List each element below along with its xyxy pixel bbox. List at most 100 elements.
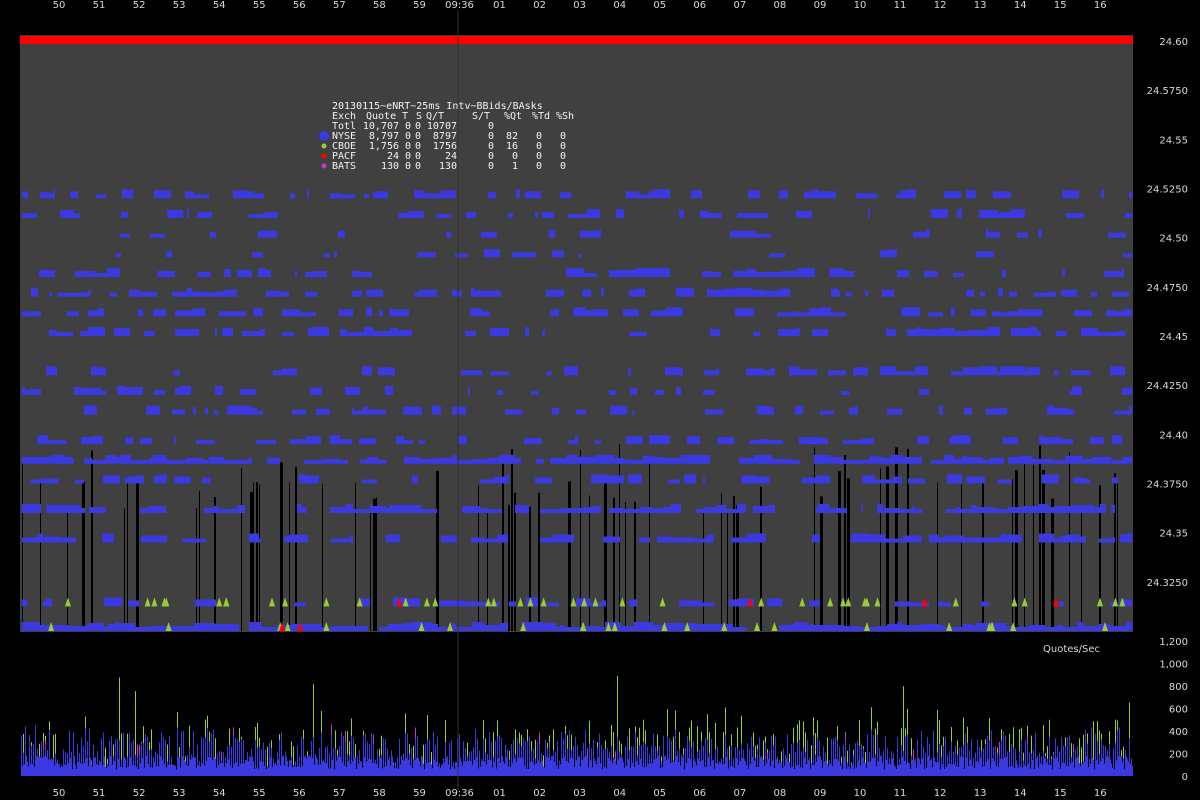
rate-bar-nyse	[941, 764, 943, 776]
nyse-quote-marker	[414, 190, 423, 199]
nyse-quote-marker	[826, 625, 843, 631]
rate-bar-nyse	[737, 764, 739, 776]
rate-bar-nyse-peak	[151, 749, 152, 768]
nyse-quote-marker	[807, 625, 810, 631]
nyse-quote-marker	[843, 626, 854, 631]
nyse-quote-marker	[753, 506, 769, 513]
nyse-quote-marker	[389, 505, 402, 513]
nyse-quote-marker	[953, 435, 971, 445]
rate-bar-nyse	[745, 765, 747, 776]
rate-bar-nyse	[647, 763, 649, 776]
nyse-quote-marker	[412, 456, 419, 464]
rate-bar-nyse-peak	[1079, 763, 1080, 767]
rate-bar-nyse-peak	[813, 735, 814, 765]
rate-bar-nyse	[121, 766, 123, 776]
nyse-quote-marker	[631, 626, 634, 631]
nyse-quote-marker	[414, 292, 419, 297]
nyse-quote-marker	[182, 538, 197, 543]
spread-line	[961, 484, 962, 631]
rate-bar-nyse-peak	[233, 734, 234, 764]
nyse-quote-marker	[52, 454, 65, 464]
nyse-quote-marker	[767, 272, 781, 277]
rate-bar-nyse	[161, 759, 163, 776]
rate-bar-nyse-peak	[883, 750, 884, 770]
rate-bar-nyse-peak	[1115, 742, 1116, 761]
rate-bar-nyse-peak	[59, 763, 60, 768]
nyse-quote-marker	[129, 289, 139, 297]
rate-bar-nyse-peak	[163, 737, 164, 764]
rate-bar-nyse	[335, 760, 337, 776]
rate-bar-nyse-peak	[959, 747, 960, 757]
nyse-quote-marker	[908, 478, 925, 484]
rate-bar-nyse-peak	[37, 749, 38, 757]
rate-bar-nyse-peak	[961, 746, 962, 757]
nyse-quote-marker	[903, 456, 919, 464]
rate-bar-nyse-peak	[633, 746, 634, 767]
nyse-quote-marker	[986, 408, 996, 415]
rate-bar-nyse-peak	[761, 755, 762, 759]
rate-bar-nyse	[89, 757, 91, 776]
nyse-quote-marker	[22, 504, 41, 513]
rate-bar-nyse	[353, 757, 355, 776]
rate-bar-nyse-peak	[487, 753, 488, 760]
rate-bar-nyse-peak	[1095, 733, 1096, 761]
nyse-quote-marker	[957, 371, 963, 376]
nyse-quote-marker	[591, 474, 609, 484]
nyse-quote-marker	[799, 369, 817, 376]
nyse-quote-marker	[1020, 455, 1032, 464]
nyse-quote-marker	[730, 230, 749, 238]
rate-bar-nyse-peak	[1113, 748, 1114, 770]
nyse-quote-marker	[691, 190, 702, 199]
rate-bar-nyse	[705, 766, 707, 776]
rate-bar-nyse-peak	[963, 744, 964, 769]
nyse-quote-marker	[264, 212, 278, 218]
nyse-quote-marker	[822, 438, 828, 445]
nyse-quote-marker	[227, 405, 240, 415]
nyse-quote-marker	[398, 213, 407, 218]
table-header-cell: %Qt	[504, 111, 522, 122]
rate-bar-nyse-peak	[33, 744, 34, 767]
nyse-quote-marker	[43, 601, 46, 607]
rate-bar-nyse	[617, 759, 619, 776]
rate-bar-nyse-peak	[391, 750, 392, 757]
rate-bar-nyse-peak	[327, 746, 328, 769]
rate-bar-nyse-peak	[1033, 750, 1034, 769]
rate-bar-nyse	[537, 760, 539, 776]
nyse-quote-marker	[630, 388, 637, 395]
rate-bar-nyse-peak	[383, 738, 384, 767]
nyse-quote-marker	[497, 534, 508, 543]
rate-bar-nyse-peak	[893, 752, 894, 766]
rate-bar-nyse-peak	[763, 759, 764, 766]
nyse-quote-marker	[385, 386, 393, 395]
rate-bar-nyse-peak	[1031, 753, 1032, 761]
x-tick-label-bottom: 04	[613, 788, 626, 799]
rate-bar-nyse-peak	[549, 746, 550, 761]
rate-bar-nyse-peak	[433, 731, 434, 760]
nyse-quote-marker	[998, 288, 1003, 297]
rate-bar-nyse	[37, 756, 39, 776]
rate-bar-nyse	[227, 759, 229, 776]
nyse-quote-marker	[346, 504, 353, 513]
rate-bar-nyse	[1081, 763, 1083, 776]
rate-bar-nyse-peak	[129, 732, 130, 758]
rate-bar-nyse	[685, 763, 687, 776]
nyse-quote-marker	[166, 271, 175, 277]
rate-bar-nyse	[1035, 758, 1037, 776]
nyse-quote-marker	[197, 272, 211, 277]
rate-bar-cboe	[841, 756, 842, 763]
rate-bar-nyse	[787, 761, 789, 776]
rate-bar-nyse	[127, 766, 129, 776]
spread-line	[253, 482, 254, 631]
rate-bar-nyse-peak	[103, 732, 104, 757]
rate-bar-nyse-peak	[269, 742, 270, 758]
nyse-quote-marker	[363, 406, 369, 415]
rate-tick-label: 0	[1182, 772, 1188, 783]
nyse-quote-marker	[349, 535, 353, 543]
rate-bar-nyse-peak	[679, 748, 680, 766]
nyse-quote-marker	[951, 371, 957, 376]
rate-bar-nyse-peak	[889, 758, 890, 765]
rate-bar-cboe	[597, 742, 598, 748]
rate-bar-nyse	[239, 764, 241, 776]
nyse-quote-marker	[205, 407, 208, 415]
rate-bar-nyse	[391, 756, 393, 776]
